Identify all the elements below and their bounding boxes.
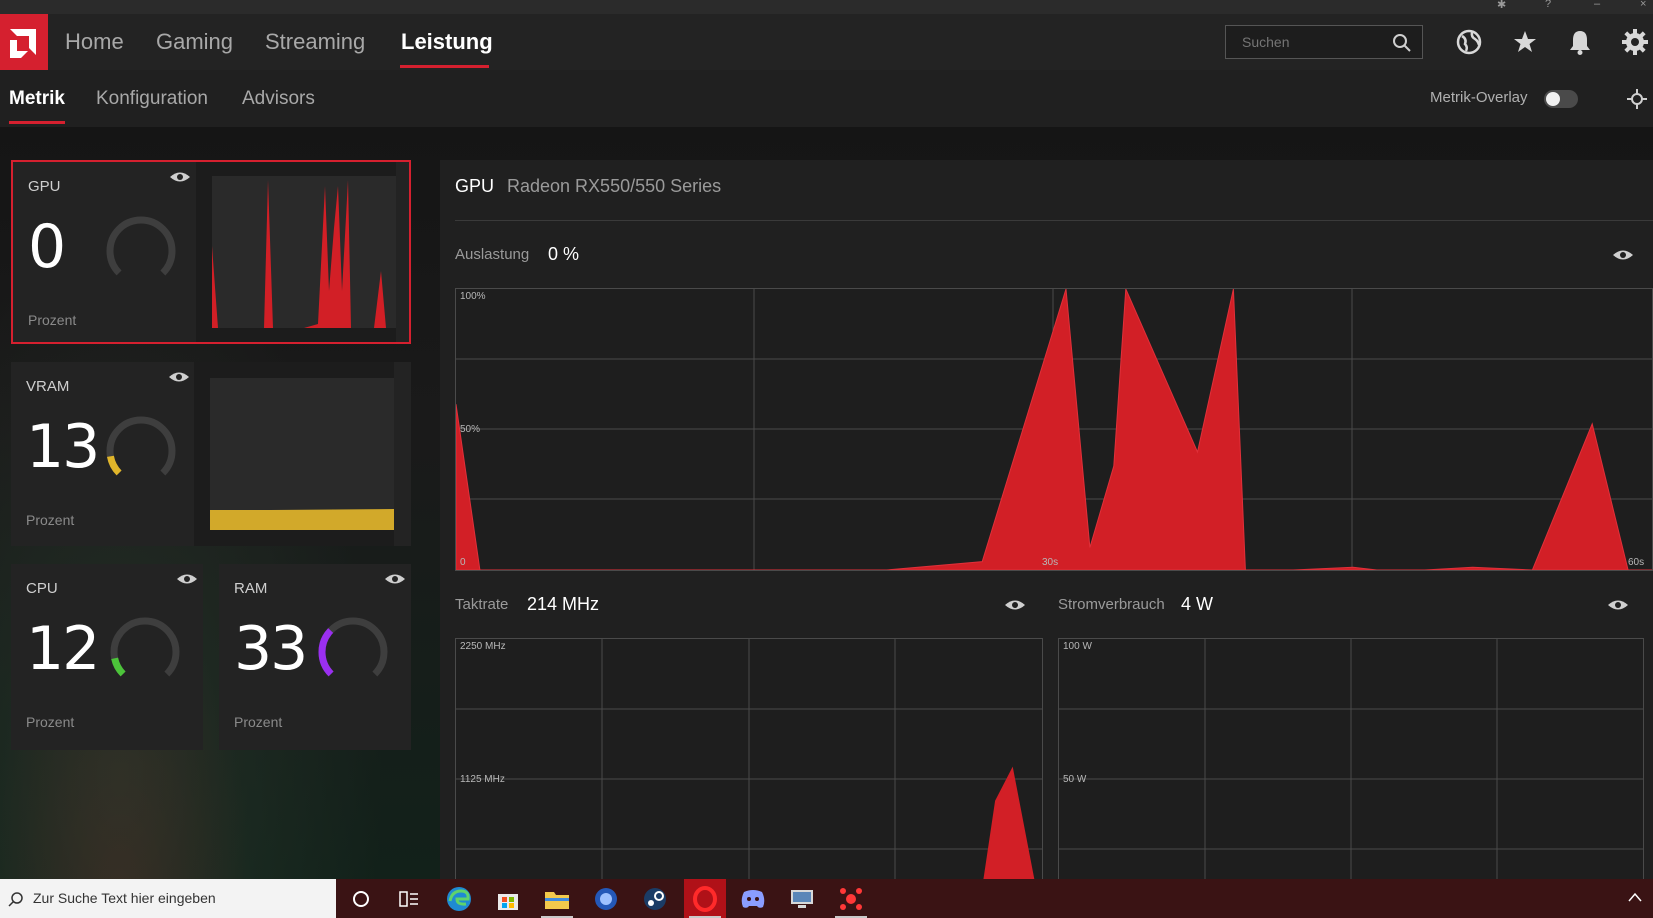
cpu-card-value: 12 — [26, 614, 100, 684]
eye-icon[interactable] — [176, 572, 198, 586]
toggle-knob — [1546, 92, 1560, 106]
power-chart: 100 W 50 W — [1058, 638, 1644, 880]
amd-logo-icon — [10, 29, 36, 58]
chevron-up-icon[interactable] — [1628, 892, 1642, 902]
nav-active-underline — [400, 65, 489, 68]
gpu-gauge — [106, 216, 176, 286]
gpu-card-unit: Prozent — [28, 312, 77, 328]
power-value: 4 W — [1181, 594, 1214, 614]
nav-streaming[interactable]: Streaming — [265, 14, 365, 70]
globe-icon[interactable] — [1454, 27, 1484, 57]
tab-advisors[interactable]: Advisors — [242, 70, 315, 127]
ram-card[interactable]: RAM 33 Prozent — [219, 564, 411, 750]
util-label: Auslastung — [455, 246, 530, 263]
cpu-gauge — [110, 617, 180, 687]
ram-gauge — [318, 617, 388, 687]
minimize-icon[interactable]: – — [1594, 0, 1600, 10]
tab-metrik[interactable]: Metrik — [9, 70, 65, 127]
clock-axis-max: 2250 MHz — [460, 641, 506, 652]
util-axis-30s: 30s — [1042, 557, 1059, 568]
util-value: 0 % — [548, 244, 580, 264]
bell-icon[interactable] — [1565, 27, 1595, 57]
tab-konfiguration[interactable]: Konfiguration — [96, 70, 208, 127]
opera-icon[interactable] — [684, 879, 726, 918]
divider — [455, 220, 1653, 221]
task-view-icon[interactable] — [388, 879, 430, 918]
clock-label: Taktrate — [455, 596, 509, 613]
gpu-card-value: 0 — [28, 212, 66, 282]
ram-card-label: RAM — [234, 580, 268, 597]
window-title-bar: ✱ ? – × — [0, 0, 1653, 14]
util-axis-50: 50% — [460, 424, 481, 435]
tab-active-underline — [9, 121, 65, 124]
detail-device-name: Radeon RX550/550 Series — [507, 176, 722, 196]
remote-desktop-icon[interactable] — [781, 879, 823, 918]
metrik-overlay-label: Metrik-Overlay — [1430, 89, 1528, 106]
nav-leistung[interactable]: Leistung — [401, 14, 493, 70]
utilization-chart-svg — [455, 288, 1652, 571]
gpu-card-label: GPU — [28, 178, 61, 195]
eye-icon[interactable] — [1607, 598, 1629, 612]
cortana-icon[interactable] — [340, 879, 382, 918]
cpu-card-unit: Prozent — [26, 714, 75, 730]
ram-card-value: 33 — [234, 614, 308, 684]
vram-card[interactable]: VRAM 13 Prozent — [11, 362, 411, 546]
clock-chart: 2250 MHz 1125 MHz — [455, 638, 1043, 918]
amd-software-icon[interactable] — [830, 879, 872, 918]
vram-card-label: VRAM — [26, 378, 70, 395]
eye-icon[interactable] — [168, 370, 190, 384]
steam-icon[interactable] — [634, 879, 676, 918]
vram-card-value: 13 — [26, 412, 100, 482]
help-icon[interactable]: ? — [1545, 0, 1551, 10]
clock-axis-mid: 1125 MHz — [460, 774, 505, 785]
eye-icon[interactable] — [169, 170, 191, 184]
close-icon[interactable]: × — [1640, 0, 1646, 10]
detail-device-label: GPU — [455, 176, 495, 196]
star-icon[interactable] — [1510, 27, 1540, 57]
gpu-mini-chart — [212, 176, 396, 328]
cpu-card-label: CPU — [26, 580, 58, 597]
cpu-card[interactable]: CPU 12 Prozent — [11, 564, 203, 750]
nav-home[interactable]: Home — [65, 14, 124, 70]
taskbar-search-text: Zur Suche Text hier eingeben — [33, 890, 216, 906]
util-axis-60s: 60s — [1628, 557, 1645, 568]
power-label: Stromverbrauch — [1058, 596, 1165, 613]
search-icon[interactable] — [1392, 33, 1412, 53]
eye-icon[interactable] — [1612, 248, 1634, 262]
ram-card-unit: Prozent — [234, 714, 283, 730]
taskbar-search[interactable]: Zur Suche Text hier eingeben — [0, 879, 336, 918]
crosshair-icon[interactable] — [1626, 88, 1648, 110]
power-chart-svg — [1059, 639, 1643, 880]
clock-value: 214 MHz — [527, 594, 600, 614]
search-input[interactable] — [1240, 33, 1394, 51]
util-axis-100: 100% — [460, 291, 486, 302]
settings-gear-icon[interactable] — [1620, 27, 1650, 57]
vram-card-unit: Prozent — [26, 512, 75, 528]
discord-icon[interactable] — [732, 879, 774, 918]
amd-logo[interactable] — [0, 14, 48, 70]
nav-gaming[interactable]: Gaming — [156, 14, 233, 70]
metrik-overlay-toggle[interactable] — [1544, 90, 1578, 108]
power-axis-mid: 50 W — [1063, 774, 1087, 785]
browser-app-icon[interactable] — [585, 879, 627, 918]
eye-icon[interactable] — [1004, 598, 1026, 612]
power-axis-max: 100 W — [1063, 641, 1092, 652]
vram-mini-chart — [210, 378, 394, 530]
search-box[interactable] — [1225, 25, 1423, 59]
file-explorer-icon[interactable] — [536, 879, 578, 918]
store-icon[interactable] — [487, 879, 529, 918]
gpu-card[interactable]: GPU 0 Prozent — [11, 160, 411, 344]
edge-icon[interactable] — [438, 879, 480, 918]
vram-gauge — [106, 416, 176, 486]
eye-icon[interactable] — [384, 572, 406, 586]
bug-icon[interactable]: ✱ — [1497, 0, 1506, 11]
util-axis-0: 0 — [460, 557, 466, 568]
clock-chart-svg — [456, 639, 1042, 918]
search-icon — [8, 892, 23, 907]
utilization-chart: 100% 50% 0 30s 60s — [455, 288, 1653, 571]
